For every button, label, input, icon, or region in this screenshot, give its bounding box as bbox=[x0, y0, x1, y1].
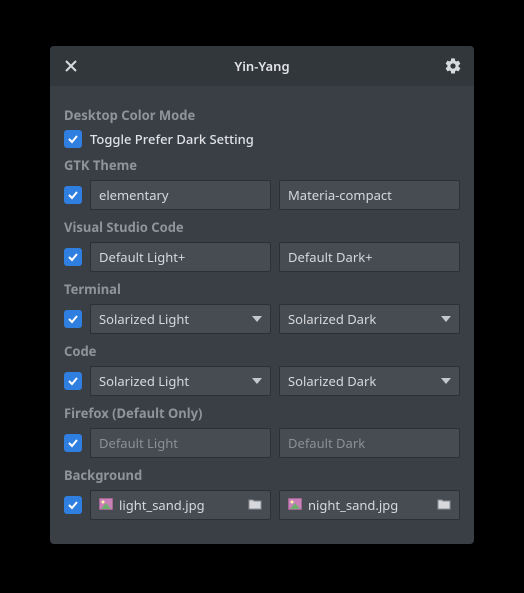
firefox-light-input[interactable]: Default Light bbox=[90, 428, 271, 458]
folder-icon bbox=[248, 496, 262, 514]
gtk-checkbox[interactable] bbox=[64, 186, 82, 204]
background-dark-value: night_sand.jpg bbox=[308, 496, 431, 514]
chevron-down-icon bbox=[252, 314, 262, 324]
vscode-dark-input[interactable]: Default Dark+ bbox=[279, 242, 460, 272]
close-icon bbox=[65, 60, 77, 72]
gear-icon bbox=[444, 57, 462, 75]
check-icon bbox=[67, 375, 79, 387]
firefox-row: Default Light Default Dark bbox=[64, 428, 460, 458]
firefox-dark-placeholder: Default Dark bbox=[288, 434, 365, 452]
image-icon bbox=[99, 496, 113, 514]
code-light-select[interactable]: Solarized Light bbox=[90, 366, 271, 396]
vscode-dark-value: Default Dark+ bbox=[288, 248, 373, 266]
code-row: Solarized Light Solarized Dark bbox=[64, 366, 460, 396]
window-title: Yin-Yang bbox=[50, 57, 474, 75]
check-icon bbox=[67, 133, 79, 145]
check-icon bbox=[67, 189, 79, 201]
folder-icon bbox=[437, 496, 451, 514]
firefox-section-label: Firefox (Default Only) bbox=[64, 404, 460, 422]
code-dark-select[interactable]: Solarized Dark bbox=[279, 366, 460, 396]
vscode-section-label: Visual Studio Code bbox=[64, 218, 460, 236]
close-button[interactable] bbox=[60, 55, 82, 77]
gtk-row: elementary Materia-compact bbox=[64, 180, 460, 210]
background-light-value: light_sand.jpg bbox=[119, 496, 242, 514]
code-light-value: Solarized Light bbox=[99, 372, 189, 390]
titlebar: Yin-Yang bbox=[50, 46, 474, 86]
terminal-section-label: Terminal bbox=[64, 280, 460, 298]
background-dark-file[interactable]: night_sand.jpg bbox=[279, 490, 460, 520]
code-section-label: Code bbox=[64, 342, 460, 360]
gtk-light-value: elementary bbox=[99, 186, 169, 204]
desktop-section-label: Desktop Color Mode bbox=[64, 106, 460, 124]
settings-button[interactable] bbox=[442, 55, 464, 77]
terminal-light-select[interactable]: Solarized Light bbox=[90, 304, 271, 334]
content-area: Desktop Color Mode Toggle Prefer Dark Se… bbox=[50, 86, 474, 544]
terminal-dark-value: Solarized Dark bbox=[288, 310, 376, 328]
gtk-dark-value: Materia-compact bbox=[288, 186, 392, 204]
vscode-checkbox[interactable] bbox=[64, 248, 82, 266]
firefox-light-placeholder: Default Light bbox=[99, 434, 178, 452]
terminal-row: Solarized Light Solarized Dark bbox=[64, 304, 460, 334]
desktop-toggle-checkbox[interactable] bbox=[64, 130, 82, 148]
code-dark-value: Solarized Dark bbox=[288, 372, 376, 390]
gtk-light-input[interactable]: elementary bbox=[90, 180, 271, 210]
check-icon bbox=[67, 499, 79, 511]
desktop-toggle-row: Toggle Prefer Dark Setting bbox=[64, 130, 460, 148]
chevron-down-icon bbox=[441, 376, 451, 386]
firefox-dark-input[interactable]: Default Dark bbox=[279, 428, 460, 458]
background-row: light_sand.jpg night_sand.jpg bbox=[64, 490, 460, 520]
check-icon bbox=[67, 313, 79, 325]
terminal-checkbox[interactable] bbox=[64, 310, 82, 328]
vscode-row: Default Light+ Default Dark+ bbox=[64, 242, 460, 272]
app-window: Yin-Yang Desktop Color Mode Toggle Prefe… bbox=[50, 46, 474, 544]
chevron-down-icon bbox=[441, 314, 451, 324]
desktop-toggle-label: Toggle Prefer Dark Setting bbox=[90, 130, 254, 148]
terminal-dark-select[interactable]: Solarized Dark bbox=[279, 304, 460, 334]
terminal-light-value: Solarized Light bbox=[99, 310, 189, 328]
check-icon bbox=[67, 437, 79, 449]
chevron-down-icon bbox=[252, 376, 262, 386]
vscode-light-value: Default Light+ bbox=[99, 248, 185, 266]
vscode-light-input[interactable]: Default Light+ bbox=[90, 242, 271, 272]
firefox-checkbox[interactable] bbox=[64, 434, 82, 452]
code-checkbox[interactable] bbox=[64, 372, 82, 390]
check-icon bbox=[67, 251, 79, 263]
gtk-section-label: GTK Theme bbox=[64, 156, 460, 174]
background-checkbox[interactable] bbox=[64, 496, 82, 514]
gtk-dark-input[interactable]: Materia-compact bbox=[279, 180, 460, 210]
background-light-file[interactable]: light_sand.jpg bbox=[90, 490, 271, 520]
background-section-label: Background bbox=[64, 466, 460, 484]
image-icon bbox=[288, 496, 302, 514]
